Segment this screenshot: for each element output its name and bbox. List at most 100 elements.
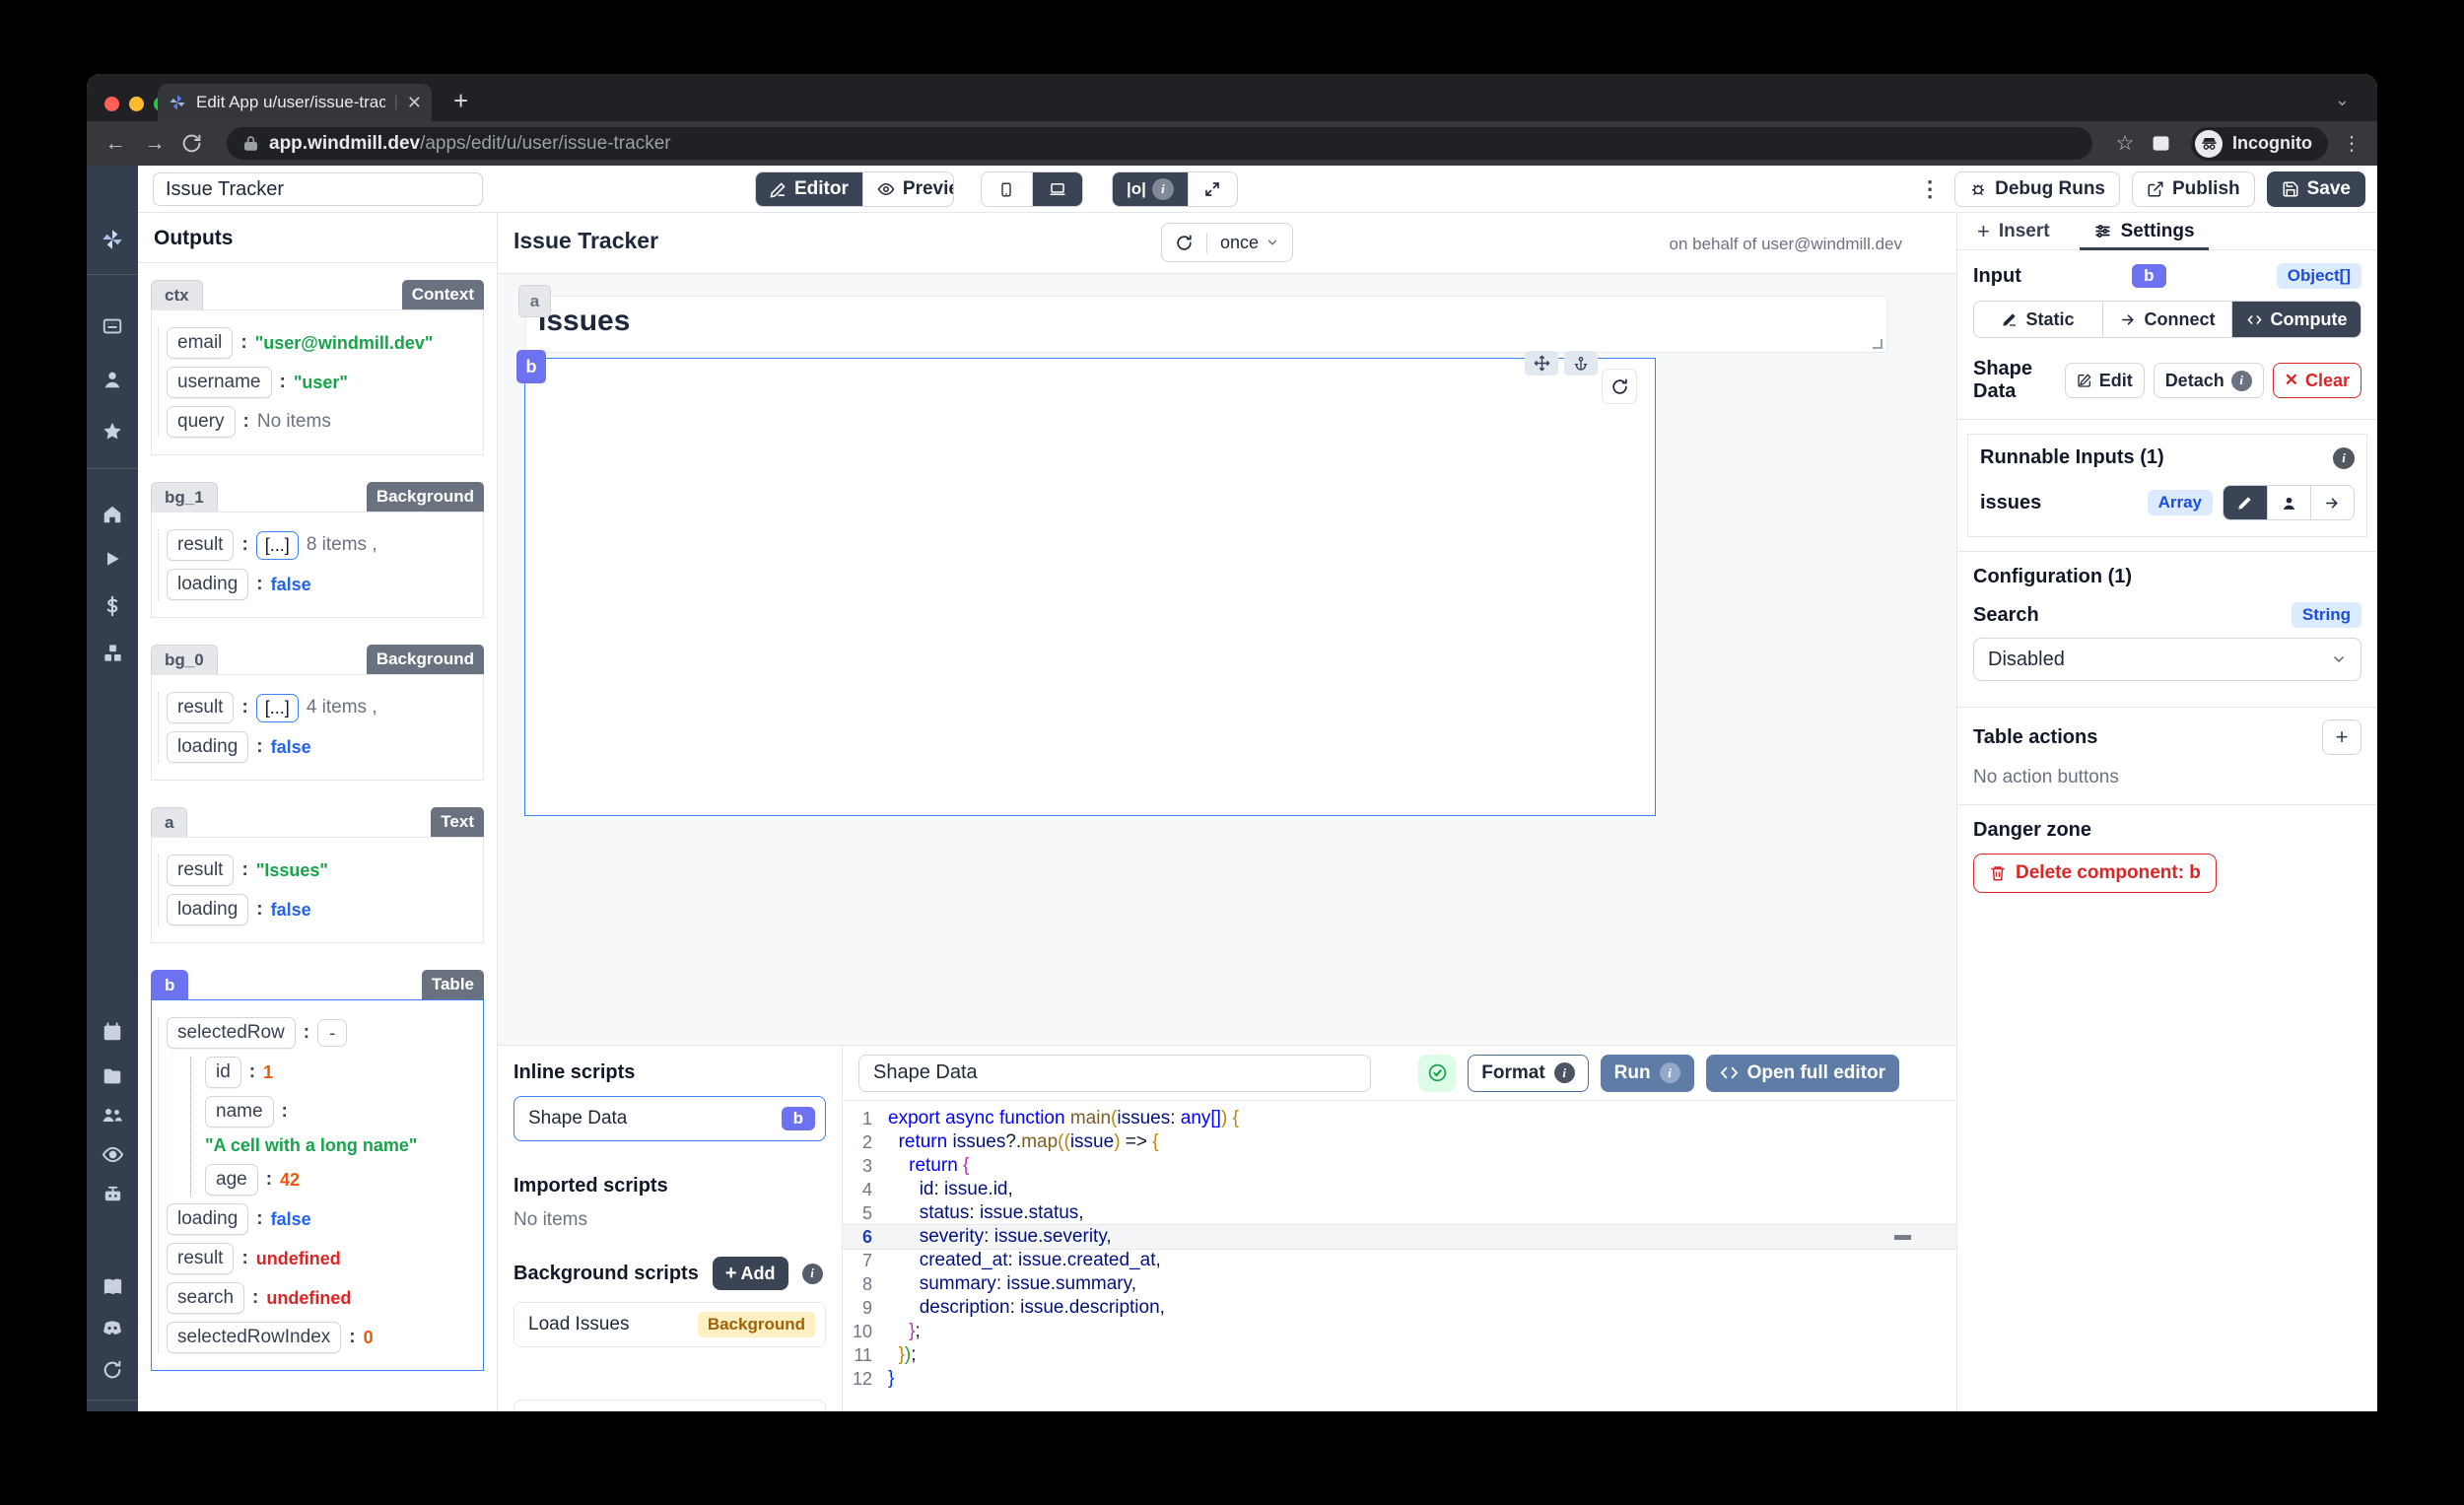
output-key-pill[interactable]: name [205,1096,274,1128]
move-component-handle[interactable] [1525,351,1558,376]
output-key-pill[interactable]: loading [167,894,248,925]
static-mode-button[interactable]: Static [1974,302,2102,337]
more-menu-icon[interactable]: ⋮ [1919,176,1941,202]
settings-tab[interactable]: Settings [2093,213,2195,249]
tab-close-icon[interactable]: ✕ [407,93,422,113]
clear-button[interactable]: ✕ Clear [2273,363,2361,398]
add-table-action-button[interactable]: + [2322,719,2361,755]
desktop-view-button[interactable] [1032,172,1083,206]
output-array-pill[interactable]: [...] [256,531,299,560]
resize-handle[interactable] [1873,339,1882,349]
editor-tab[interactable]: Editor [756,172,862,206]
text-component[interactable]: a Issues [525,296,1887,353]
tab-search-chevron-icon[interactable]: ⌄ [2335,90,2350,110]
bookmark-star-icon[interactable]: ☆ [2112,131,2138,156]
docs-book-icon[interactable] [96,1269,129,1303]
favorites-star-icon[interactable] [96,415,129,448]
close-window-button[interactable] [104,97,119,111]
output-key-pill[interactable]: query [167,406,236,438]
resources-boxes-icon[interactable] [96,636,129,669]
groups-users-icon[interactable] [96,1098,129,1131]
browser-tab[interactable]: Edit App u/user/issue-tracker | ✕ [158,84,432,121]
side-panel-icon[interactable] [2152,134,2177,153]
apps-icon[interactable] [96,309,129,343]
forward-icon[interactable]: → [142,132,168,156]
info-icon[interactable]: i [2333,447,2355,469]
output-card-tab[interactable]: b [151,970,188,999]
back-icon[interactable]: ← [103,132,128,156]
code-editor[interactable]: 1export async function main(issues: any[… [843,1101,1956,1411]
anchor-component-button[interactable] [1564,351,1598,376]
user-icon[interactable] [96,363,129,396]
edit-shape-button[interactable]: Edit [2065,363,2145,398]
output-key-pill[interactable]: selectedRowIndex [167,1322,341,1353]
app-name-input[interactable]: Issue Tracker [153,172,483,206]
audit-eye-icon[interactable] [96,1137,129,1171]
debug-runs-button[interactable]: Debug Runs [1954,171,2120,207]
delete-component-button[interactable]: Delete component: b [1973,854,2217,893]
app-canvas[interactable]: a Issues b [498,274,1956,1045]
new-tab-button[interactable]: + [453,88,468,113]
discord-icon[interactable] [96,1311,129,1344]
reload-icon[interactable] [181,133,207,154]
output-key-pill[interactable]: result [167,855,234,886]
table-component[interactable]: b [524,358,1656,816]
output-collapse-pill[interactable]: - [317,1019,347,1047]
script-name-input[interactable]: Shape Data [858,1055,1371,1092]
add-background-script-button[interactable]: +Add [713,1257,788,1290]
compute-mode-button[interactable]: Compute [2231,302,2361,337]
canvas-refresh-icon[interactable] [1162,234,1206,252]
save-button[interactable]: Save [2267,171,2365,207]
insert-tab[interactable]: + Insert [1977,213,2050,249]
schedules-calendar-icon[interactable] [96,1015,129,1049]
variables-dollar-icon[interactable] [96,589,129,623]
output-key-pill[interactable]: loading [167,1203,248,1235]
output-key-pill[interactable]: selectedRow [167,1017,296,1049]
search-mode-select[interactable]: Disabled [1973,638,2361,681]
user-input-button[interactable] [2267,486,2310,519]
output-key-pill[interactable]: id [205,1057,241,1088]
detach-button[interactable]: Detachi [2154,363,2264,398]
browser-menu-icon[interactable]: ⋮ [2342,131,2361,156]
output-key-pill[interactable]: loading [167,731,248,763]
background-script-item[interactable]: Load IssuesBackground [513,1302,826,1347]
folders-icon[interactable] [96,1060,129,1093]
workers-robot-icon[interactable] [96,1177,129,1210]
format-button[interactable]: Formati [1468,1055,1588,1092]
output-array-pill[interactable]: [...] [256,694,299,722]
output-card-tab[interactable]: a [151,807,187,837]
incognito-badge[interactable]: Incognito [2191,127,2328,161]
refresh-mode-select[interactable]: once [1206,233,1292,253]
output-key-pill[interactable]: age [205,1164,258,1196]
preview-tab[interactable]: Preview [862,172,954,206]
output-key-pill[interactable]: username [167,367,272,398]
connect-mode-button[interactable]: Connect [2102,302,2231,337]
output-key-pill[interactable]: search [167,1282,244,1314]
output-key-pill[interactable]: result [167,692,234,723]
minimize-window-button[interactable] [129,97,144,111]
connect-output-button[interactable] [2310,486,2354,519]
info-icon[interactable]: i [802,1264,823,1284]
static-edit-button[interactable] [2224,486,2267,519]
output-card-tab[interactable]: ctx [151,280,203,309]
component-a-label[interactable]: a [518,285,551,317]
hide-panels-button[interactable]: |o| i [1113,172,1188,206]
component-b-label[interactable]: b [516,350,546,383]
run-button[interactable]: Runi [1601,1055,1694,1092]
mobile-view-button[interactable] [982,172,1032,206]
background-script-item-partial[interactable] [513,1400,826,1411]
publish-button[interactable]: Publish [2132,171,2255,207]
output-key-pill[interactable]: loading [167,569,248,600]
output-key-pill[interactable]: result [167,529,234,561]
output-card-tab[interactable]: bg_0 [151,645,218,674]
output-key-pill[interactable]: result [167,1243,234,1274]
url-input[interactable]: app.windmill.dev/apps/edit/u/user/issue-… [227,127,2092,160]
windmill-logo-icon[interactable] [96,223,129,256]
inline-script-item[interactable]: Shape Datab [513,1096,826,1141]
open-full-editor-button[interactable]: Open full editor [1706,1055,1899,1092]
table-refresh-button[interactable] [1602,369,1637,404]
output-key-pill[interactable]: email [167,327,233,359]
sync-refresh-icon[interactable] [96,1353,129,1387]
fullscreen-button[interactable] [1188,172,1237,206]
output-card-tab[interactable]: bg_1 [151,482,218,512]
